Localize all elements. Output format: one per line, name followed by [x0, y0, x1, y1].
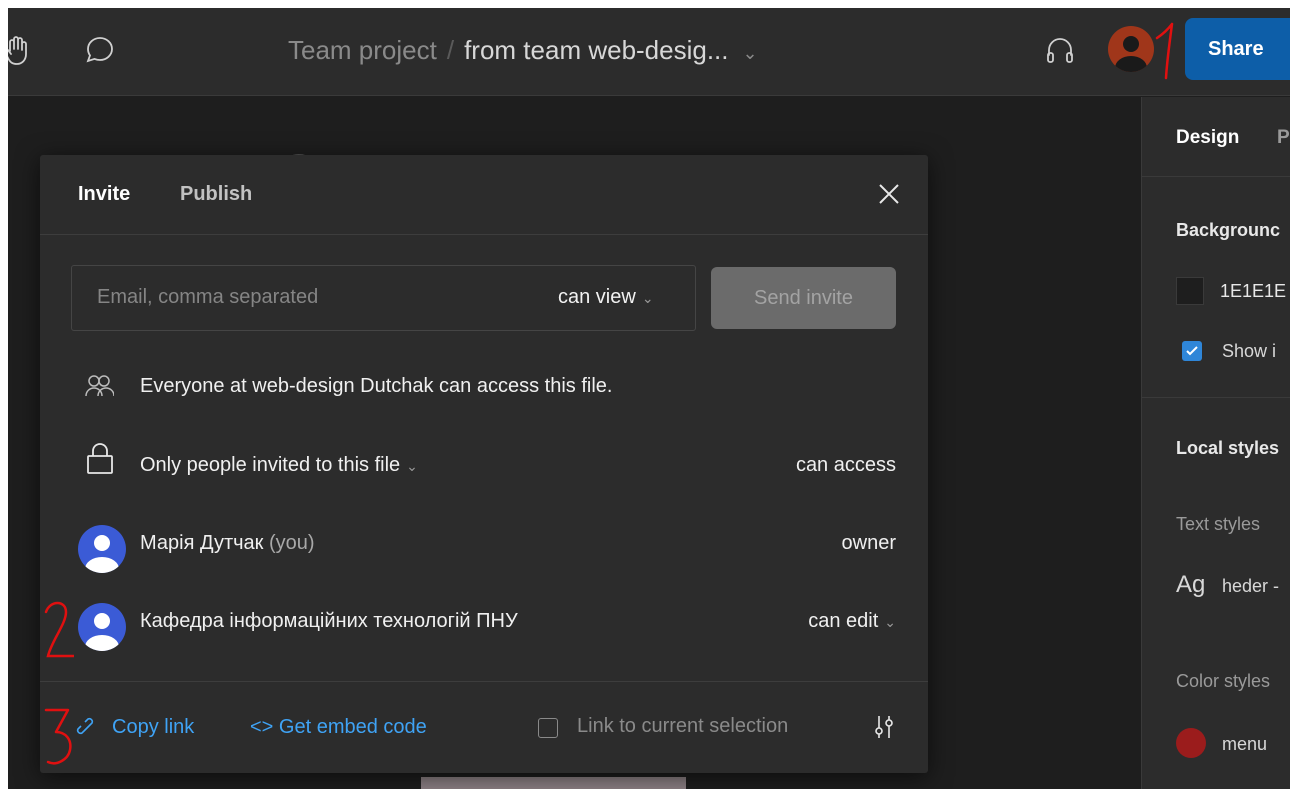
annotation-3: [44, 704, 74, 775]
chevron-down-icon[interactable]: ⌄: [406, 458, 418, 474]
member-role-value[interactable]: can edit: [808, 610, 878, 632]
copy-link-button[interactable]: Copy link: [112, 716, 194, 739]
settings-sliders-icon[interactable]: [872, 713, 896, 746]
link-icon[interactable]: [74, 715, 100, 746]
chevron-down-icon[interactable]: ⌄: [884, 614, 896, 630]
app-frame: Team project / from team web-desig... ⌄ Sha…: [8, 8, 1290, 789]
project-name[interactable]: Team project: [288, 35, 437, 65]
breadcrumb-separator: /: [446, 35, 455, 65]
annotation-2: [44, 598, 76, 665]
headphones-icon[interactable]: [1040, 32, 1080, 68]
tab-prototype[interactable]: P: [1277, 127, 1290, 149]
share-dialog: Invite Publish Email, comma separated ca…: [40, 155, 928, 773]
comment-icon[interactable]: [82, 32, 118, 68]
link-selection-label[interactable]: Link to current selection: [577, 715, 788, 738]
dialog-header: Invite Publish: [40, 155, 928, 235]
top-toolbar: Team project / from team web-desig... ⌄ Sha…: [8, 8, 1290, 96]
member-role-dropdown[interactable]: can edit ⌄: [808, 610, 896, 633]
everyone-access-text: Everyone at web-design Dutchak can acces…: [140, 375, 613, 397]
member-you-tag: (you): [268, 532, 315, 554]
permission-value[interactable]: can view: [558, 286, 636, 308]
access-scope[interactable]: Only people invited to this file: [140, 454, 400, 476]
link-selection-checkbox[interactable]: [538, 718, 558, 738]
file-name[interactable]: from team web-desig...: [464, 35, 728, 65]
properties-panel: Design P Backgrounc 1E1E1E Show i Local …: [1141, 97, 1290, 789]
show-checkbox[interactable]: [1182, 341, 1202, 361]
background-heading: Backgrounc: [1176, 220, 1281, 240]
member-avatar: [78, 525, 126, 573]
member-name-text: Марія Дутчак: [140, 532, 264, 554]
tab-design[interactable]: Design: [1176, 127, 1239, 149]
file-breadcrumb[interactable]: Team project / from team web-desig... ⌄: [288, 30, 758, 73]
text-style-name[interactable]: heder -: [1222, 576, 1279, 597]
footer-divider: [40, 681, 928, 682]
tab-invite[interactable]: Invite: [78, 183, 130, 206]
background-value[interactable]: 1E1E1E: [1220, 281, 1286, 302]
member-name: Кафедра інформаційних технологій ПНУ: [140, 610, 518, 632]
color-style-name[interactable]: menu: [1222, 734, 1267, 755]
email-placeholder[interactable]: Email, comma separated: [97, 286, 318, 309]
chevron-down-icon[interactable]: ⌄: [642, 290, 654, 306]
text-styles-heading: Text styles: [1176, 514, 1261, 534]
canvas-frame[interactable]: [421, 777, 686, 789]
color-styles-heading: Color styles: [1176, 671, 1271, 691]
text-style-sample: Ag: [1176, 571, 1206, 598]
embed-code-button[interactable]: <> Get embed code: [250, 716, 427, 739]
avatar[interactable]: [1108, 26, 1154, 72]
tab-publish[interactable]: Publish: [180, 183, 252, 206]
member-role: owner: [841, 532, 896, 554]
panel-tabs: Design P: [1142, 97, 1290, 177]
show-label: Show i: [1222, 341, 1277, 361]
annotation-1: [1155, 22, 1177, 85]
lock-icon: [85, 442, 115, 481]
background-swatch[interactable]: [1176, 277, 1204, 305]
color-style-swatch[interactable]: [1176, 728, 1206, 758]
permission-dropdown[interactable]: can view ⌄: [558, 286, 654, 309]
member-avatar: [78, 603, 126, 651]
access-scope-dropdown[interactable]: Only people invited to this file ⌄: [140, 454, 418, 477]
divider: [1142, 397, 1290, 398]
hand-icon[interactable]: [8, 32, 36, 68]
chevron-down-icon[interactable]: ⌄: [743, 43, 758, 63]
team-icon: [84, 372, 115, 405]
share-button[interactable]: Share: [1185, 18, 1290, 80]
code-icon: <>: [250, 716, 279, 738]
email-field[interactable]: Email, comma separated can view ⌄: [71, 265, 696, 331]
embed-code-label[interactable]: Get embed code: [279, 716, 427, 738]
local-styles-heading: Local styles: [1176, 438, 1280, 458]
close-icon[interactable]: [874, 179, 904, 209]
member-name: Марія Дутчак (you): [140, 532, 315, 555]
send-invite-button[interactable]: Send invite: [711, 267, 896, 329]
access-level: can access: [795, 454, 896, 476]
